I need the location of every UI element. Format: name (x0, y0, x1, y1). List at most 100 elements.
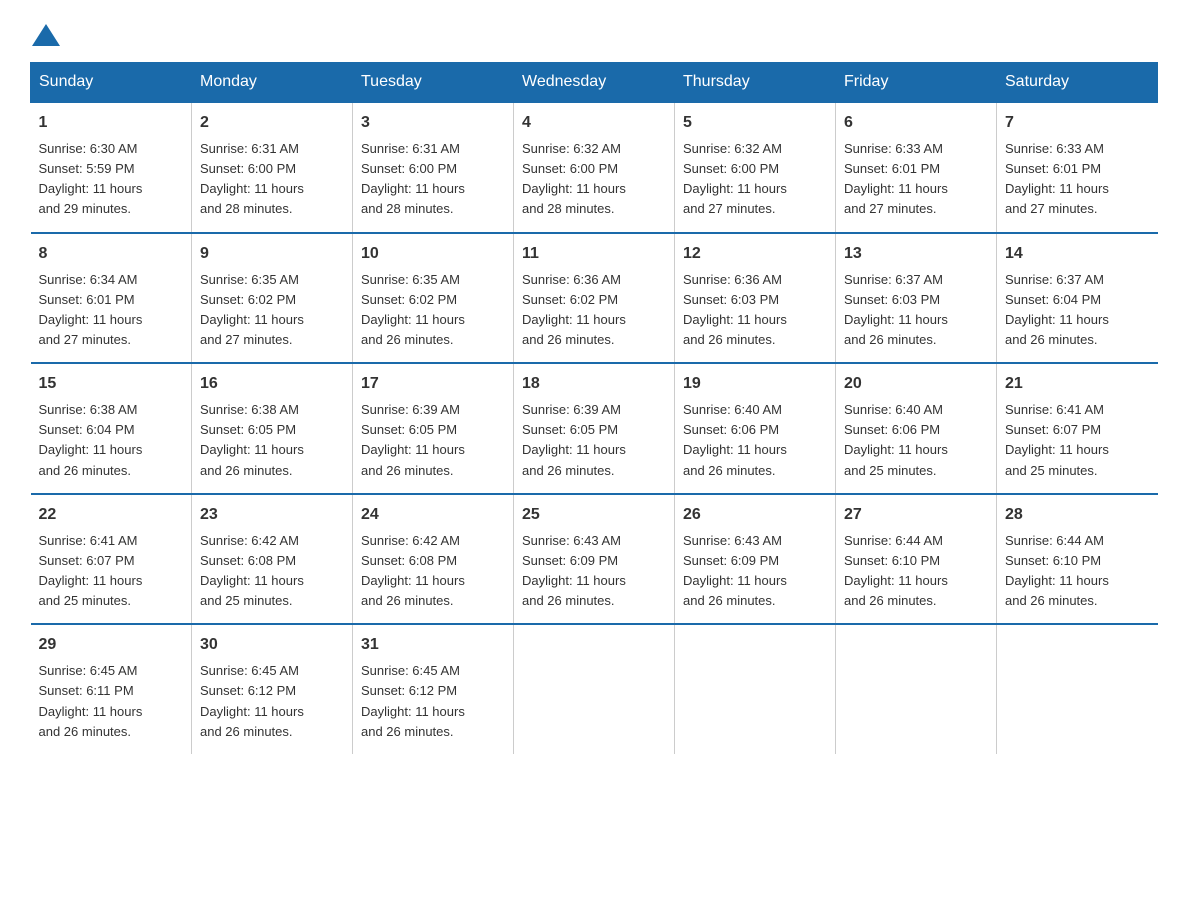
day-number: 4 (522, 111, 666, 135)
calendar-cell: 3 Sunrise: 6:31 AMSunset: 6:00 PMDayligh… (353, 102, 514, 233)
day-info: Sunrise: 6:31 AMSunset: 6:00 PMDaylight:… (200, 141, 304, 216)
day-number: 12 (683, 242, 827, 266)
day-info: Sunrise: 6:32 AMSunset: 6:00 PMDaylight:… (683, 141, 787, 216)
day-number: 3 (361, 111, 505, 135)
day-number: 25 (522, 503, 666, 527)
calendar-header-row: SundayMondayTuesdayWednesdayThursdayFrid… (31, 63, 1158, 103)
calendar-cell: 16 Sunrise: 6:38 AMSunset: 6:05 PMDaylig… (192, 363, 353, 494)
day-number: 16 (200, 372, 344, 396)
day-number: 2 (200, 111, 344, 135)
day-info: Sunrise: 6:32 AMSunset: 6:00 PMDaylight:… (522, 141, 626, 216)
calendar-cell: 19 Sunrise: 6:40 AMSunset: 6:06 PMDaylig… (675, 363, 836, 494)
column-header-wednesday: Wednesday (514, 63, 675, 103)
calendar-cell: 10 Sunrise: 6:35 AMSunset: 6:02 PMDaylig… (353, 233, 514, 364)
logo (30, 20, 62, 42)
column-header-thursday: Thursday (675, 63, 836, 103)
day-number: 11 (522, 242, 666, 266)
day-number: 26 (683, 503, 827, 527)
day-number: 1 (39, 111, 184, 135)
day-info: Sunrise: 6:44 AMSunset: 6:10 PMDaylight:… (844, 533, 948, 608)
calendar-cell (675, 624, 836, 754)
calendar-cell (997, 624, 1158, 754)
day-info: Sunrise: 6:36 AMSunset: 6:03 PMDaylight:… (683, 272, 787, 347)
calendar-cell: 14 Sunrise: 6:37 AMSunset: 6:04 PMDaylig… (997, 233, 1158, 364)
day-number: 15 (39, 372, 184, 396)
calendar-cell: 26 Sunrise: 6:43 AMSunset: 6:09 PMDaylig… (675, 494, 836, 625)
day-info: Sunrise: 6:30 AMSunset: 5:59 PMDaylight:… (39, 141, 143, 216)
calendar-cell: 25 Sunrise: 6:43 AMSunset: 6:09 PMDaylig… (514, 494, 675, 625)
calendar-table: SundayMondayTuesdayWednesdayThursdayFrid… (30, 62, 1158, 754)
calendar-cell (836, 624, 997, 754)
calendar-cell: 7 Sunrise: 6:33 AMSunset: 6:01 PMDayligh… (997, 102, 1158, 233)
day-info: Sunrise: 6:43 AMSunset: 6:09 PMDaylight:… (683, 533, 787, 608)
day-info: Sunrise: 6:42 AMSunset: 6:08 PMDaylight:… (361, 533, 465, 608)
day-info: Sunrise: 6:35 AMSunset: 6:02 PMDaylight:… (200, 272, 304, 347)
day-info: Sunrise: 6:37 AMSunset: 6:03 PMDaylight:… (844, 272, 948, 347)
day-info: Sunrise: 6:36 AMSunset: 6:02 PMDaylight:… (522, 272, 626, 347)
day-number: 13 (844, 242, 988, 266)
calendar-cell: 17 Sunrise: 6:39 AMSunset: 6:05 PMDaylig… (353, 363, 514, 494)
calendar-week-row: 8 Sunrise: 6:34 AMSunset: 6:01 PMDayligh… (31, 233, 1158, 364)
column-header-friday: Friday (836, 63, 997, 103)
calendar-cell: 20 Sunrise: 6:40 AMSunset: 6:06 PMDaylig… (836, 363, 997, 494)
calendar-cell: 22 Sunrise: 6:41 AMSunset: 6:07 PMDaylig… (31, 494, 192, 625)
day-number: 5 (683, 111, 827, 135)
logo-triangle-icon (32, 24, 60, 46)
calendar-cell: 4 Sunrise: 6:32 AMSunset: 6:00 PMDayligh… (514, 102, 675, 233)
day-info: Sunrise: 6:38 AMSunset: 6:04 PMDaylight:… (39, 402, 143, 477)
day-info: Sunrise: 6:38 AMSunset: 6:05 PMDaylight:… (200, 402, 304, 477)
calendar-cell: 5 Sunrise: 6:32 AMSunset: 6:00 PMDayligh… (675, 102, 836, 233)
day-number: 7 (1005, 111, 1150, 135)
calendar-week-row: 15 Sunrise: 6:38 AMSunset: 6:04 PMDaylig… (31, 363, 1158, 494)
page-header (30, 20, 1158, 42)
day-info: Sunrise: 6:39 AMSunset: 6:05 PMDaylight:… (361, 402, 465, 477)
calendar-cell: 31 Sunrise: 6:45 AMSunset: 6:12 PMDaylig… (353, 624, 514, 754)
day-info: Sunrise: 6:45 AMSunset: 6:11 PMDaylight:… (39, 663, 143, 738)
calendar-cell: 27 Sunrise: 6:44 AMSunset: 6:10 PMDaylig… (836, 494, 997, 625)
day-number: 31 (361, 633, 505, 657)
day-info: Sunrise: 6:41 AMSunset: 6:07 PMDaylight:… (39, 533, 143, 608)
calendar-cell: 9 Sunrise: 6:35 AMSunset: 6:02 PMDayligh… (192, 233, 353, 364)
calendar-cell: 29 Sunrise: 6:45 AMSunset: 6:11 PMDaylig… (31, 624, 192, 754)
day-info: Sunrise: 6:41 AMSunset: 6:07 PMDaylight:… (1005, 402, 1109, 477)
calendar-cell: 12 Sunrise: 6:36 AMSunset: 6:03 PMDaylig… (675, 233, 836, 364)
calendar-cell: 21 Sunrise: 6:41 AMSunset: 6:07 PMDaylig… (997, 363, 1158, 494)
calendar-cell (514, 624, 675, 754)
day-number: 19 (683, 372, 827, 396)
day-info: Sunrise: 6:40 AMSunset: 6:06 PMDaylight:… (683, 402, 787, 477)
day-number: 29 (39, 633, 184, 657)
calendar-cell: 1 Sunrise: 6:30 AMSunset: 5:59 PMDayligh… (31, 102, 192, 233)
day-info: Sunrise: 6:35 AMSunset: 6:02 PMDaylight:… (361, 272, 465, 347)
day-number: 10 (361, 242, 505, 266)
calendar-cell: 11 Sunrise: 6:36 AMSunset: 6:02 PMDaylig… (514, 233, 675, 364)
day-info: Sunrise: 6:33 AMSunset: 6:01 PMDaylight:… (844, 141, 948, 216)
calendar-week-row: 22 Sunrise: 6:41 AMSunset: 6:07 PMDaylig… (31, 494, 1158, 625)
calendar-cell: 15 Sunrise: 6:38 AMSunset: 6:04 PMDaylig… (31, 363, 192, 494)
day-info: Sunrise: 6:40 AMSunset: 6:06 PMDaylight:… (844, 402, 948, 477)
day-number: 9 (200, 242, 344, 266)
calendar-cell: 6 Sunrise: 6:33 AMSunset: 6:01 PMDayligh… (836, 102, 997, 233)
day-info: Sunrise: 6:34 AMSunset: 6:01 PMDaylight:… (39, 272, 143, 347)
day-number: 24 (361, 503, 505, 527)
day-info: Sunrise: 6:33 AMSunset: 6:01 PMDaylight:… (1005, 141, 1109, 216)
column-header-monday: Monday (192, 63, 353, 103)
calendar-cell: 28 Sunrise: 6:44 AMSunset: 6:10 PMDaylig… (997, 494, 1158, 625)
day-info: Sunrise: 6:44 AMSunset: 6:10 PMDaylight:… (1005, 533, 1109, 608)
day-number: 17 (361, 372, 505, 396)
day-number: 18 (522, 372, 666, 396)
day-info: Sunrise: 6:43 AMSunset: 6:09 PMDaylight:… (522, 533, 626, 608)
calendar-cell: 30 Sunrise: 6:45 AMSunset: 6:12 PMDaylig… (192, 624, 353, 754)
day-number: 14 (1005, 242, 1150, 266)
day-number: 8 (39, 242, 184, 266)
calendar-cell: 8 Sunrise: 6:34 AMSunset: 6:01 PMDayligh… (31, 233, 192, 364)
day-number: 27 (844, 503, 988, 527)
day-number: 30 (200, 633, 344, 657)
day-number: 20 (844, 372, 988, 396)
day-info: Sunrise: 6:45 AMSunset: 6:12 PMDaylight:… (200, 663, 304, 738)
calendar-week-row: 29 Sunrise: 6:45 AMSunset: 6:11 PMDaylig… (31, 624, 1158, 754)
calendar-cell: 18 Sunrise: 6:39 AMSunset: 6:05 PMDaylig… (514, 363, 675, 494)
day-info: Sunrise: 6:31 AMSunset: 6:00 PMDaylight:… (361, 141, 465, 216)
day-number: 21 (1005, 372, 1150, 396)
day-info: Sunrise: 6:37 AMSunset: 6:04 PMDaylight:… (1005, 272, 1109, 347)
day-number: 23 (200, 503, 344, 527)
